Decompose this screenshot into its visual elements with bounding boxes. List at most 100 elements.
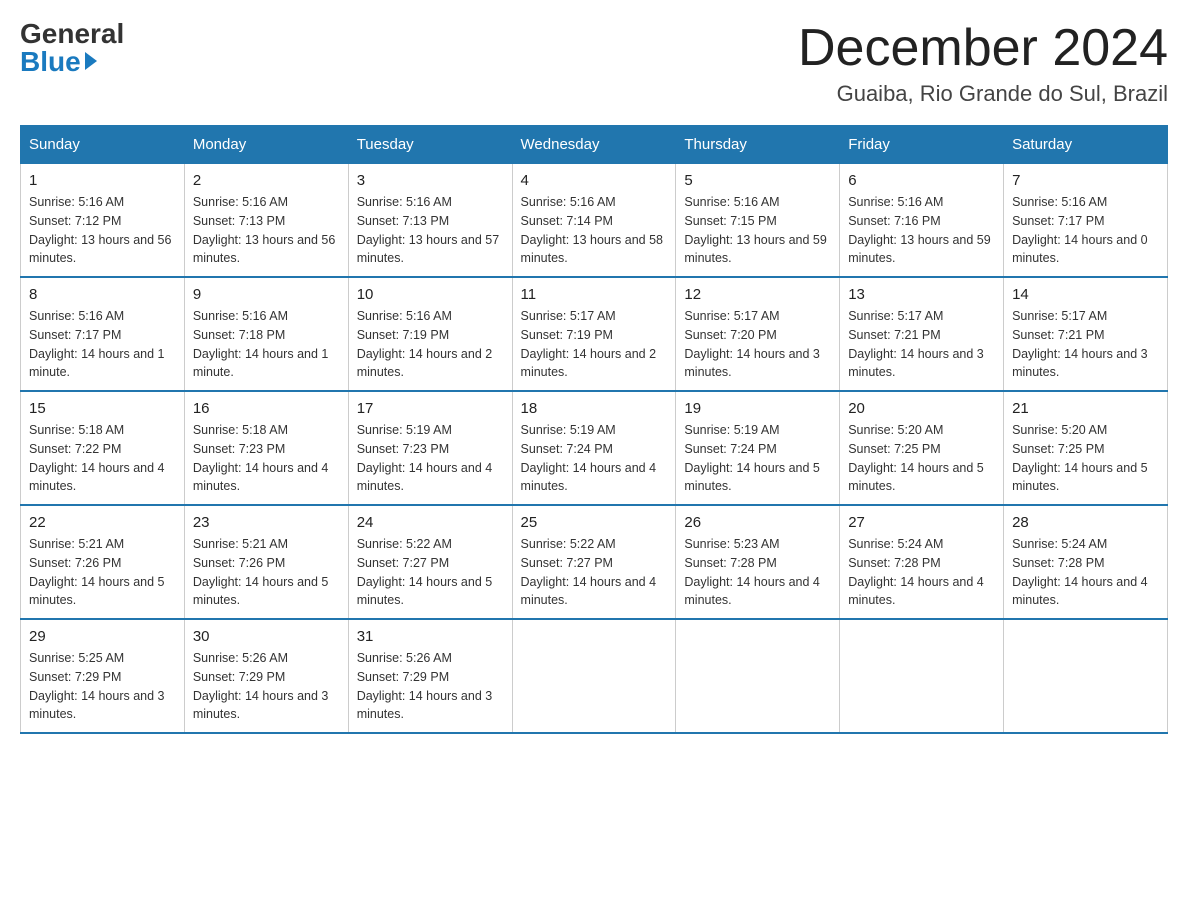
logo-triangle-icon: [85, 52, 97, 70]
day-number: 14: [1012, 286, 1159, 303]
calendar-cell: [676, 619, 840, 733]
calendar-cell: 2 Sunrise: 5:16 AMSunset: 7:13 PMDayligh…: [184, 164, 348, 278]
calendar-week-row: 22 Sunrise: 5:21 AMSunset: 7:26 PMDaylig…: [21, 505, 1168, 619]
calendar-cell: 31 Sunrise: 5:26 AMSunset: 7:29 PMDaylig…: [348, 619, 512, 733]
day-number: 21: [1012, 400, 1159, 417]
day-number: 6: [848, 172, 995, 189]
day-number: 23: [193, 514, 340, 531]
day-info: Sunrise: 5:26 AMSunset: 7:29 PMDaylight:…: [357, 649, 504, 724]
title-block: December 2024 Guaiba, Rio Grande do Sul,…: [798, 20, 1168, 107]
day-info: Sunrise: 5:20 AMSunset: 7:25 PMDaylight:…: [1012, 421, 1159, 496]
calendar-cell: [840, 619, 1004, 733]
calendar-cell: 27 Sunrise: 5:24 AMSunset: 7:28 PMDaylig…: [840, 505, 1004, 619]
calendar-cell: 16 Sunrise: 5:18 AMSunset: 7:23 PMDaylig…: [184, 391, 348, 505]
day-number: 31: [357, 628, 504, 645]
calendar-cell: 26 Sunrise: 5:23 AMSunset: 7:28 PMDaylig…: [676, 505, 840, 619]
calendar-cell: 9 Sunrise: 5:16 AMSunset: 7:18 PMDayligh…: [184, 277, 348, 391]
calendar-cell: 11 Sunrise: 5:17 AMSunset: 7:19 PMDaylig…: [512, 277, 676, 391]
calendar-cell: 15 Sunrise: 5:18 AMSunset: 7:22 PMDaylig…: [21, 391, 185, 505]
calendar-cell: 6 Sunrise: 5:16 AMSunset: 7:16 PMDayligh…: [840, 164, 1004, 278]
header-day-tuesday: Tuesday: [348, 126, 512, 164]
calendar-cell: 28 Sunrise: 5:24 AMSunset: 7:28 PMDaylig…: [1004, 505, 1168, 619]
day-number: 3: [357, 172, 504, 189]
calendar-cell: 5 Sunrise: 5:16 AMSunset: 7:15 PMDayligh…: [676, 164, 840, 278]
day-number: 7: [1012, 172, 1159, 189]
day-number: 12: [684, 286, 831, 303]
calendar-cell: 7 Sunrise: 5:16 AMSunset: 7:17 PMDayligh…: [1004, 164, 1168, 278]
day-info: Sunrise: 5:22 AMSunset: 7:27 PMDaylight:…: [521, 535, 668, 610]
day-info: Sunrise: 5:19 AMSunset: 7:24 PMDaylight:…: [521, 421, 668, 496]
day-number: 28: [1012, 514, 1159, 531]
calendar-cell: 8 Sunrise: 5:16 AMSunset: 7:17 PMDayligh…: [21, 277, 185, 391]
header-day-saturday: Saturday: [1004, 126, 1168, 164]
header-day-friday: Friday: [840, 126, 1004, 164]
header-day-thursday: Thursday: [676, 126, 840, 164]
day-info: Sunrise: 5:26 AMSunset: 7:29 PMDaylight:…: [193, 649, 340, 724]
day-info: Sunrise: 5:18 AMSunset: 7:22 PMDaylight:…: [29, 421, 176, 496]
calendar-week-row: 8 Sunrise: 5:16 AMSunset: 7:17 PMDayligh…: [21, 277, 1168, 391]
day-number: 15: [29, 400, 176, 417]
day-number: 2: [193, 172, 340, 189]
calendar-cell: 23 Sunrise: 5:21 AMSunset: 7:26 PMDaylig…: [184, 505, 348, 619]
day-number: 29: [29, 628, 176, 645]
day-info: Sunrise: 5:21 AMSunset: 7:26 PMDaylight:…: [29, 535, 176, 610]
day-info: Sunrise: 5:24 AMSunset: 7:28 PMDaylight:…: [848, 535, 995, 610]
logo-blue-text: Blue: [20, 48, 81, 76]
logo: General Blue: [20, 20, 124, 76]
day-number: 17: [357, 400, 504, 417]
day-number: 26: [684, 514, 831, 531]
day-number: 13: [848, 286, 995, 303]
day-number: 22: [29, 514, 176, 531]
day-number: 27: [848, 514, 995, 531]
day-number: 11: [521, 286, 668, 303]
day-number: 19: [684, 400, 831, 417]
day-info: Sunrise: 5:21 AMSunset: 7:26 PMDaylight:…: [193, 535, 340, 610]
day-info: Sunrise: 5:16 AMSunset: 7:15 PMDaylight:…: [684, 193, 831, 268]
calendar-week-row: 1 Sunrise: 5:16 AMSunset: 7:12 PMDayligh…: [21, 164, 1168, 278]
header-day-monday: Monday: [184, 126, 348, 164]
day-info: Sunrise: 5:16 AMSunset: 7:13 PMDaylight:…: [193, 193, 340, 268]
calendar-cell: 1 Sunrise: 5:16 AMSunset: 7:12 PMDayligh…: [21, 164, 185, 278]
day-info: Sunrise: 5:16 AMSunset: 7:18 PMDaylight:…: [193, 307, 340, 382]
day-info: Sunrise: 5:19 AMSunset: 7:23 PMDaylight:…: [357, 421, 504, 496]
calendar-cell: 14 Sunrise: 5:17 AMSunset: 7:21 PMDaylig…: [1004, 277, 1168, 391]
day-info: Sunrise: 5:16 AMSunset: 7:13 PMDaylight:…: [357, 193, 504, 268]
day-number: 16: [193, 400, 340, 417]
day-info: Sunrise: 5:16 AMSunset: 7:14 PMDaylight:…: [521, 193, 668, 268]
day-number: 8: [29, 286, 176, 303]
calendar-cell: 12 Sunrise: 5:17 AMSunset: 7:20 PMDaylig…: [676, 277, 840, 391]
day-info: Sunrise: 5:25 AMSunset: 7:29 PMDaylight:…: [29, 649, 176, 724]
day-info: Sunrise: 5:17 AMSunset: 7:21 PMDaylight:…: [848, 307, 995, 382]
location-text: Guaiba, Rio Grande do Sul, Brazil: [798, 81, 1168, 107]
header-day-sunday: Sunday: [21, 126, 185, 164]
day-number: 10: [357, 286, 504, 303]
calendar-cell: 19 Sunrise: 5:19 AMSunset: 7:24 PMDaylig…: [676, 391, 840, 505]
calendar-cell: 21 Sunrise: 5:20 AMSunset: 7:25 PMDaylig…: [1004, 391, 1168, 505]
day-info: Sunrise: 5:16 AMSunset: 7:19 PMDaylight:…: [357, 307, 504, 382]
day-number: 9: [193, 286, 340, 303]
day-info: Sunrise: 5:20 AMSunset: 7:25 PMDaylight:…: [848, 421, 995, 496]
calendar-table: SundayMondayTuesdayWednesdayThursdayFrid…: [20, 125, 1168, 734]
header-day-wednesday: Wednesday: [512, 126, 676, 164]
calendar-header-row: SundayMondayTuesdayWednesdayThursdayFrid…: [21, 126, 1168, 164]
day-number: 30: [193, 628, 340, 645]
calendar-cell: 29 Sunrise: 5:25 AMSunset: 7:29 PMDaylig…: [21, 619, 185, 733]
day-number: 25: [521, 514, 668, 531]
day-number: 1: [29, 172, 176, 189]
day-info: Sunrise: 5:24 AMSunset: 7:28 PMDaylight:…: [1012, 535, 1159, 610]
day-info: Sunrise: 5:16 AMSunset: 7:12 PMDaylight:…: [29, 193, 176, 268]
day-info: Sunrise: 5:19 AMSunset: 7:24 PMDaylight:…: [684, 421, 831, 496]
day-info: Sunrise: 5:16 AMSunset: 7:17 PMDaylight:…: [29, 307, 176, 382]
day-number: 18: [521, 400, 668, 417]
calendar-cell: 4 Sunrise: 5:16 AMSunset: 7:14 PMDayligh…: [512, 164, 676, 278]
day-info: Sunrise: 5:22 AMSunset: 7:27 PMDaylight:…: [357, 535, 504, 610]
day-info: Sunrise: 5:16 AMSunset: 7:16 PMDaylight:…: [848, 193, 995, 268]
calendar-cell: 10 Sunrise: 5:16 AMSunset: 7:19 PMDaylig…: [348, 277, 512, 391]
day-info: Sunrise: 5:17 AMSunset: 7:20 PMDaylight:…: [684, 307, 831, 382]
day-info: Sunrise: 5:17 AMSunset: 7:19 PMDaylight:…: [521, 307, 668, 382]
day-info: Sunrise: 5:16 AMSunset: 7:17 PMDaylight:…: [1012, 193, 1159, 268]
calendar-cell: 3 Sunrise: 5:16 AMSunset: 7:13 PMDayligh…: [348, 164, 512, 278]
page-header: General Blue December 2024 Guaiba, Rio G…: [20, 20, 1168, 107]
logo-general-text: General: [20, 20, 124, 48]
day-number: 4: [521, 172, 668, 189]
